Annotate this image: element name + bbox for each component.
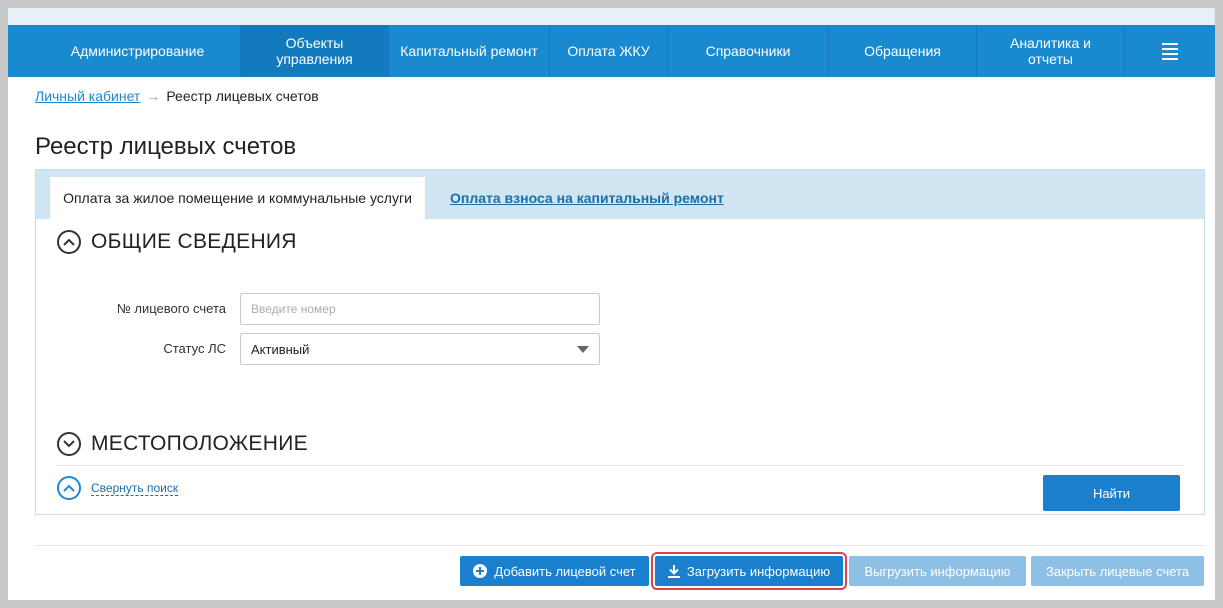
main-navigation: Администрирование Объекты управления Кап… (8, 25, 1215, 77)
nav-item-directories[interactable]: Справочники (668, 25, 829, 77)
section-location-title: МЕСТОПОЛОЖЕНИЕ (91, 432, 308, 455)
nav-item-analytics[interactable]: Аналитика и отчеты (977, 25, 1125, 77)
download-icon (667, 564, 680, 578)
page-title: Реестр лицевых счетов (35, 133, 297, 160)
account-number-label: № лицевого счета (116, 301, 226, 316)
account-number-input[interactable] (240, 293, 600, 325)
find-button[interactable]: Найти (1043, 475, 1180, 511)
section-general-header[interactable]: ОБЩИЕ СВЕДЕНИЯ (57, 230, 297, 254)
breadcrumb-current: Реестр лицевых счетов (166, 88, 319, 104)
status-select[interactable]: Активный (240, 333, 600, 365)
section-location-header[interactable]: МЕСТОПОЛОЖЕНИЕ (57, 432, 308, 456)
tabs-bar: Оплата за жилое помещение и коммунальные… (36, 170, 1204, 219)
search-panel: Оплата за жилое помещение и коммунальные… (35, 169, 1205, 515)
breadcrumb: Личный кабинет → Реестр лицевых счетов (35, 88, 319, 104)
nav-item-utility-payment[interactable]: Оплата ЖКУ (550, 25, 668, 77)
chevron-down-circle-icon (57, 432, 81, 456)
collapse-search-label: Свернуть поиск (91, 480, 179, 496)
hamburger-menu-icon (1161, 42, 1178, 60)
status-label: Статус ЛС (163, 341, 226, 356)
chevron-up-circle-icon (57, 476, 81, 500)
tab-housing-utilities[interactable]: Оплата за жилое помещение и коммунальные… (50, 177, 425, 219)
breadcrumb-home-link[interactable]: Личный кабинет (35, 88, 140, 104)
nav-item-management-objects[interactable]: Объекты управления (241, 25, 389, 77)
plus-circle-icon (473, 564, 488, 578)
top-strip (8, 8, 1215, 25)
chevron-up-circle-icon (57, 230, 81, 254)
app-window: Администрирование Объекты управления Кап… (8, 8, 1215, 600)
close-accounts-button[interactable]: Закрыть лицевые счета (1031, 556, 1204, 586)
status-select-value: Активный (251, 341, 310, 357)
nav-item-appeals[interactable]: Обращения (829, 25, 977, 77)
divider (57, 465, 1183, 466)
tab-capital-repair-fee[interactable]: Оплата взноса на капитальный ремонт (450, 177, 724, 219)
chevron-down-icon (577, 345, 589, 353)
upload-info-button[interactable]: Загрузить информацию (651, 552, 847, 590)
breadcrumb-arrow-icon: → (146, 88, 161, 104)
nav-item-administration[interactable]: Администрирование (35, 25, 241, 77)
divider (35, 545, 1205, 546)
hamburger-menu-button[interactable] (1125, 25, 1214, 77)
collapse-search-link[interactable]: Свернуть поиск (57, 476, 179, 500)
add-account-button[interactable]: Добавить лицевой счет (460, 556, 649, 586)
section-general-title: ОБЩИЕ СВЕДЕНИЯ (91, 230, 297, 253)
export-info-button[interactable]: Выгрузить информацию (849, 556, 1026, 586)
nav-item-capital-repair[interactable]: Капитальный ремонт (389, 25, 550, 77)
